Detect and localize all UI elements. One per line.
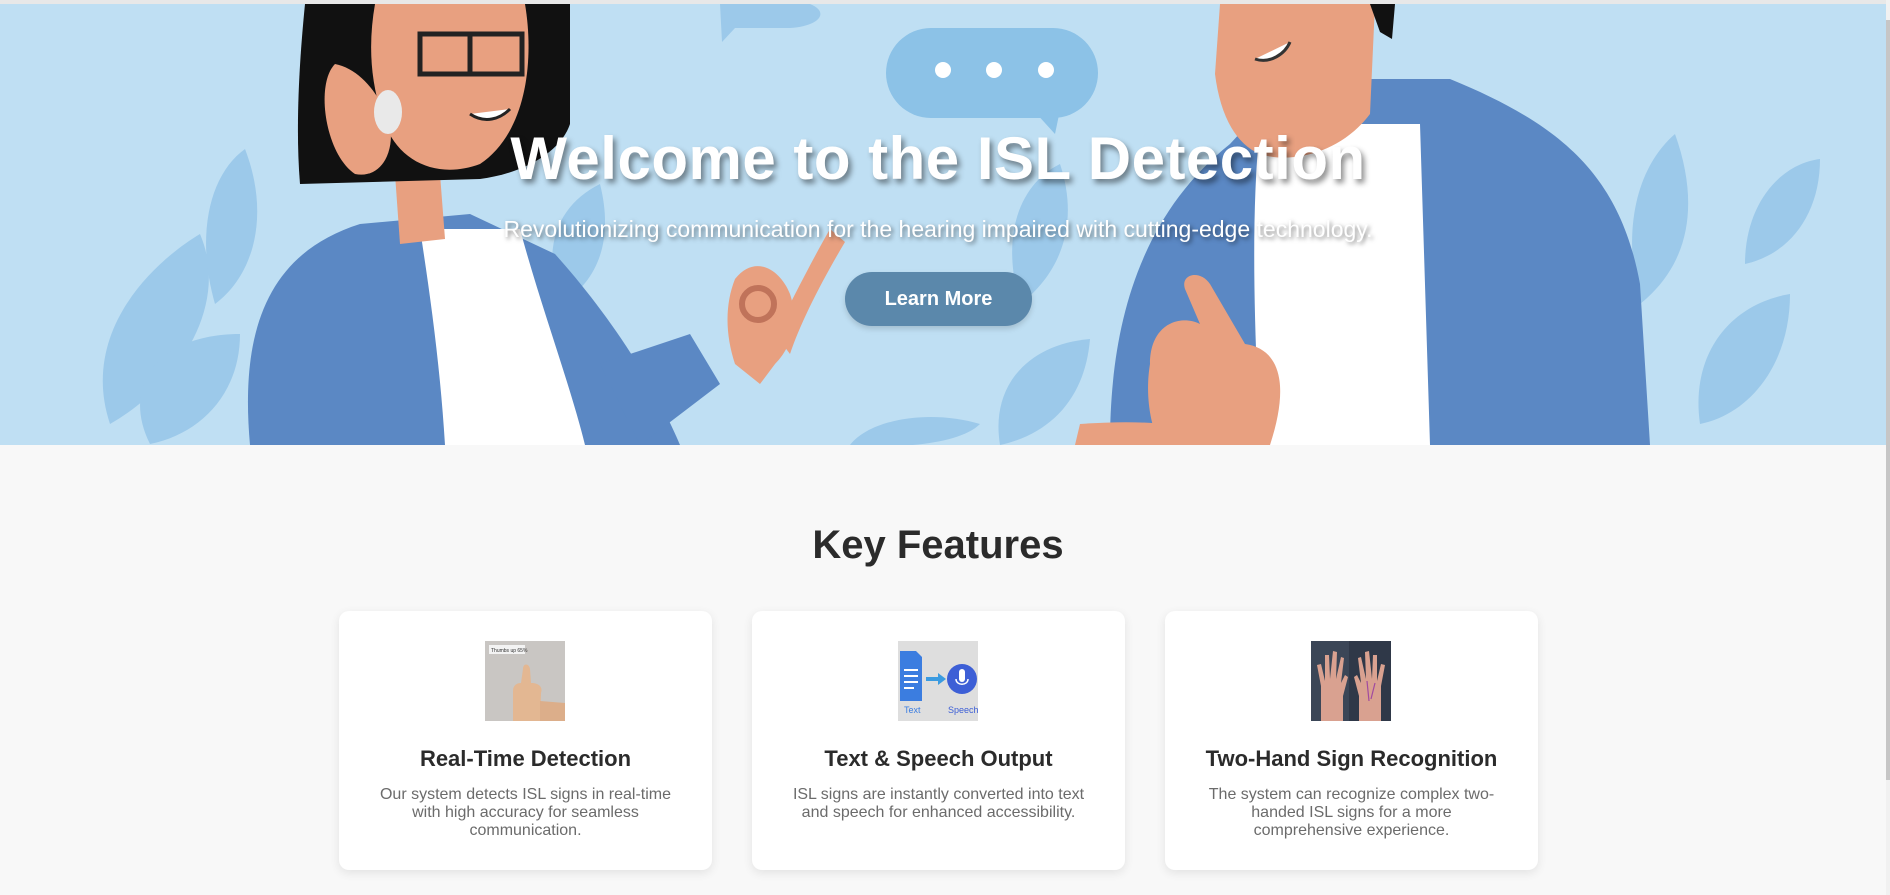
speech-label: Speech — [948, 705, 978, 715]
feature-card-two-hand-sign: Two-Hand Sign Recognition The system can… — [1165, 611, 1538, 870]
feature-title: Real-Time Detection — [419, 746, 632, 771]
feature-title: Two-Hand Sign Recognition — [1205, 746, 1498, 771]
hero-banner: Welcome to the ISL Detection Revolutioni… — [0, 4, 1886, 445]
hero-title: Welcome to the ISL Detection — [510, 125, 1366, 192]
thumbs-up-image: Thumbs up 65% — [485, 641, 565, 721]
feature-description: ISL signs are instantly converted into t… — [792, 786, 1085, 821]
feature-card-real-time-detection: Thumbs up 65% Real-Time Detection Our sy… — [339, 611, 712, 870]
text-to-speech-image: Text Speech — [898, 641, 978, 721]
key-features-section: Key Features Thumbs up 65% Real-Time Det… — [0, 445, 1886, 895]
two-hands-image — [1311, 641, 1391, 721]
features-heading: Key Features — [812, 523, 1064, 567]
text-label: Text — [904, 705, 921, 715]
feature-card-text-speech-output: Text Speech Text & Speech Output ISL sig… — [752, 611, 1125, 870]
hero-subtitle: Revolutionizing communication for the he… — [503, 216, 1373, 242]
page-scrollbar[interactable] — [1886, 0, 1890, 895]
feature-title: Text & Speech Output — [824, 746, 1053, 771]
feature-description: Our system detects ISL signs in real-tim… — [379, 786, 672, 839]
thumb-caption: Thumbs up 65% — [491, 648, 528, 654]
learn-more-button[interactable]: Learn More — [845, 272, 1032, 326]
scrollbar-thumb[interactable] — [1886, 20, 1890, 780]
feature-description: The system can recognize complex two-han… — [1208, 786, 1495, 839]
